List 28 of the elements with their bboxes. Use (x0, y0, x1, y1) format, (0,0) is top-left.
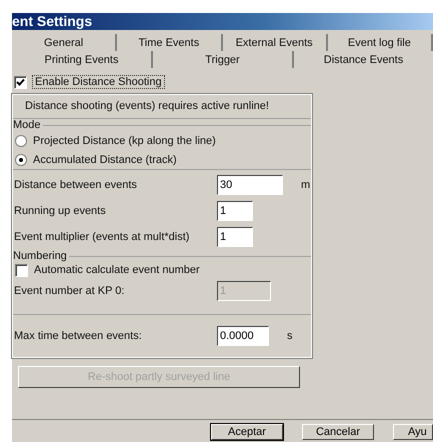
group-title: Mode (13, 119, 41, 131)
input-field[interactable]: 30 (217, 175, 283, 195)
radio-label: Projected Distance (kp along the line) (33, 134, 216, 146)
radio-button[interactable] (15, 154, 27, 166)
unit-label: s (287, 330, 292, 342)
input-field[interactable]: 1 (217, 227, 253, 247)
checkbox[interactable] (14, 76, 27, 88)
checkbox-label: Enable Distance Shooting (33, 76, 164, 88)
field-label: Event multiplier (events at mult*dist) (14, 231, 190, 243)
warning-text: Distance shooting (events) requires active runline! (24, 99, 270, 114)
checkbox[interactable] (15, 264, 28, 276)
radio-dot-icon (19, 158, 23, 162)
unit-label: m (301, 179, 310, 191)
radio-button[interactable] (15, 134, 27, 146)
window-title: ent Settings (12, 13, 92, 30)
dialog-button[interactable]: Ayu (393, 424, 433, 440)
dialog-button[interactable]: Cancelar (302, 424, 374, 440)
input-field[interactable]: 0.0000 (217, 326, 269, 346)
checkbox-label: Automatic calculate event number (34, 264, 200, 276)
field-label: Max time between events: (14, 330, 143, 342)
group-title: Numbering (13, 250, 67, 262)
input-field[interactable]: 1 (217, 201, 253, 221)
tab[interactable]: External Events (222, 34, 328, 51)
dialog-button[interactable]: Aceptar (211, 424, 283, 440)
radio-label: Accumulated Distance (track) (33, 154, 177, 166)
field-label: Distance between events (14, 179, 138, 191)
field-label: Running up events (14, 205, 107, 217)
field-label: Event number at KP 0: (14, 285, 126, 297)
